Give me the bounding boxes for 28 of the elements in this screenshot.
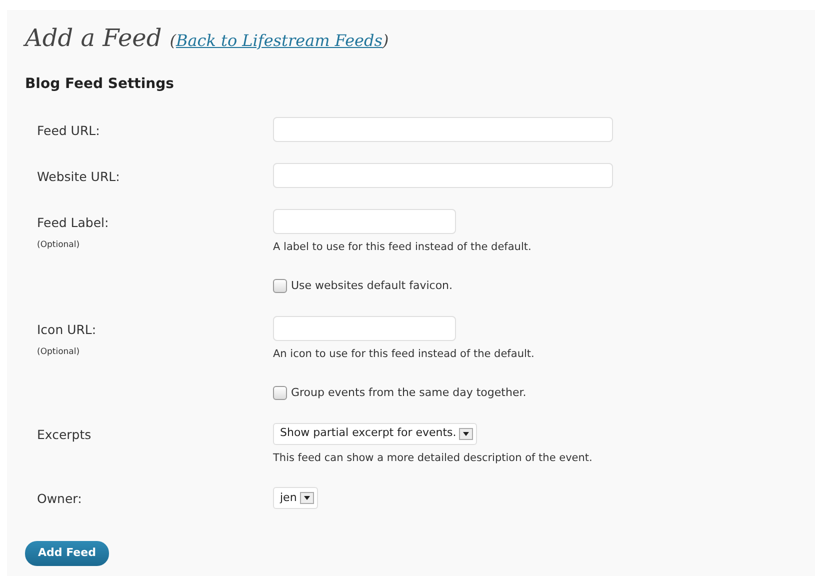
field-label: Owner: [37, 490, 83, 508]
input-field[interactable] [273, 316, 456, 341]
checkbox[interactable] [273, 386, 287, 400]
dropdown[interactable]: jen [273, 487, 318, 510]
back-link[interactable]: Back to Lifestream Feeds [176, 31, 382, 50]
field-label: Excerpts [37, 426, 92, 444]
help-text: This feed can show a more detailed description of the event. [273, 450, 592, 466]
add-feed-button[interactable]: Add Feed [25, 541, 109, 566]
page-title: Add a Feed [25, 23, 162, 54]
field-label: Feed URL: [37, 122, 101, 140]
input-field[interactable] [273, 163, 613, 188]
input-field[interactable] [273, 209, 456, 234]
field-label: Icon URL: [37, 320, 98, 339]
dropdown[interactable]: Show partial excerpt for events. [273, 422, 478, 444]
optional-note: (Optional) [37, 238, 81, 252]
checkbox[interactable] [273, 279, 287, 294]
checkbox-label: Use websites default favicon. [291, 279, 453, 292]
field-label: Feed Label: [37, 214, 110, 232]
field-label: Website URL: [37, 168, 121, 186]
caret-icon [300, 492, 314, 504]
section-title: Blog Feed Settings [25, 75, 175, 94]
help-text: An icon to use for this feed instead of the default. [273, 346, 534, 362]
checkbox-label: Group events from the same day together. [291, 386, 526, 399]
optional-note: (Optional) [37, 346, 81, 358]
input-field[interactable] [273, 117, 613, 142]
back-link-text: (Back to Lifestream Feeds) [170, 30, 389, 52]
caret-icon [459, 428, 474, 440]
help-text: A label to use for this feed instead of the default. [273, 240, 532, 255]
